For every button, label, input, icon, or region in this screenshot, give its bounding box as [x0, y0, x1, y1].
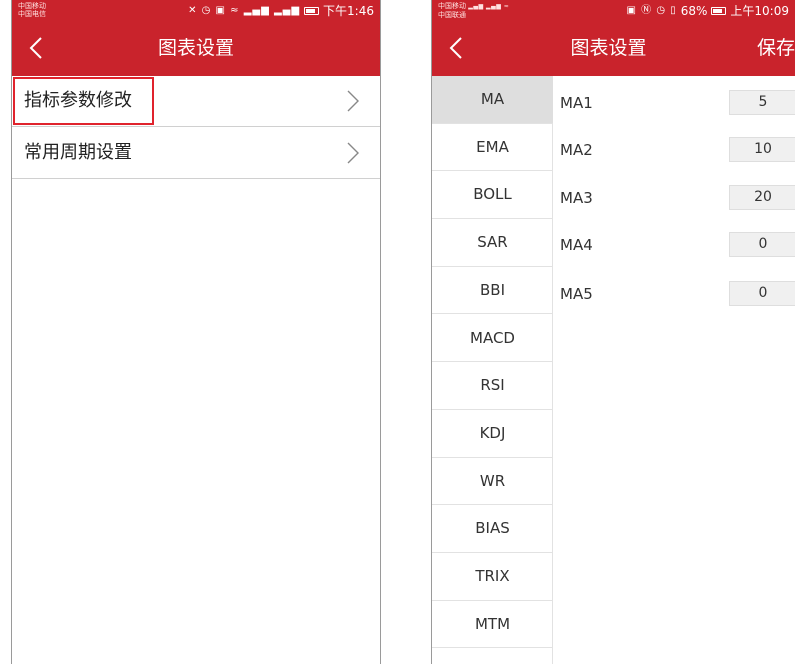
- battery-icon: [711, 7, 727, 15]
- indicator-list: MA EMA BOLL SAR BBI MACD RSI KDJ WR BIAS…: [432, 76, 553, 664]
- left-phone-screen: 中国移动 中国电信 ✕ ◷ ▣ ≈ ▂▄▆ ▂▄▆ 下午1:46 图表设置 指标…: [11, 0, 381, 664]
- indicator-item-macd[interactable]: MACD: [432, 315, 553, 363]
- page-title: 图表设置: [570, 37, 647, 59]
- indicator-item-wr[interactable]: WR: [432, 458, 553, 506]
- param-label: MA4: [560, 236, 593, 254]
- indicator-item-ema[interactable]: EMA: [432, 124, 553, 172]
- param-label: MA3: [560, 189, 593, 207]
- save-button[interactable]: 保存: [757, 36, 795, 60]
- indicator-item-rsi[interactable]: RSI: [432, 362, 553, 410]
- status-right: ✕ ◷ ▣ ≈ ▂▄▆ ▂▄▆ 下午1:46: [188, 4, 374, 18]
- param-label: MA2: [560, 141, 593, 159]
- param-label: MA1: [560, 94, 593, 112]
- chevron-right-icon: [347, 142, 359, 164]
- param-row-ma5: MA5 0: [560, 281, 795, 307]
- param-row-ma3: MA3 20: [560, 185, 795, 211]
- status-icons: ▣ Ⓝ ◷ ▯: [626, 5, 677, 16]
- indicator-item-sar[interactable]: SAR: [432, 219, 553, 267]
- nav-bar: 图表设置 保存: [432, 22, 795, 76]
- chevron-right-icon: [347, 90, 359, 112]
- param-input-ma5[interactable]: 0: [729, 281, 795, 306]
- indicator-item-bbi[interactable]: BBI: [432, 267, 553, 315]
- param-input-ma3[interactable]: 20: [729, 185, 795, 210]
- status-bar: 中国移动 ▂▄▆ ▂▄▆ ≈ 中国联通 ▣ Ⓝ ◷ ▯ 68% 上午10:09: [432, 0, 795, 22]
- menu-item-label: 常用周期设置: [24, 142, 132, 163]
- carrier-info: 中国移动 ▂▄▆ ▂▄▆ ≈ 中国联通: [438, 2, 509, 19]
- carrier-1-label: 中国移动: [18, 2, 46, 10]
- param-row-ma1: MA1 5: [560, 90, 795, 116]
- status-icons: ✕ ◷ ▣ ≈ ▂▄▆ ▂▄▆: [188, 5, 301, 16]
- status-time: 下午1:46: [323, 4, 374, 18]
- menu-item-indicator-params[interactable]: 指标参数修改: [12, 76, 380, 127]
- indicator-item-boll[interactable]: BOLL: [432, 171, 553, 220]
- carrier-1-label: 中国移动 ▂▄▆ ▂▄▆ ≈: [438, 2, 510, 10]
- indicator-item-bias[interactable]: BIAS: [432, 505, 553, 553]
- param-input-ma4[interactable]: 0: [729, 232, 795, 257]
- param-row-ma2: MA2 10: [560, 137, 795, 163]
- menu-item-label: 指标参数修改: [24, 90, 132, 111]
- param-label: MA5: [560, 285, 593, 303]
- battery-icon: [304, 7, 320, 15]
- indicator-item-trix[interactable]: TRIX: [432, 553, 553, 601]
- param-row-ma4: MA4 0: [560, 232, 795, 258]
- param-input-ma2[interactable]: 10: [729, 137, 795, 162]
- indicator-item-kdj[interactable]: KDJ: [432, 410, 553, 458]
- status-right: ▣ Ⓝ ◷ ▯ 68% 上午10:09: [627, 4, 789, 18]
- carrier-2-label: 中国电信: [18, 10, 46, 18]
- param-input-ma1[interactable]: 5: [729, 90, 795, 115]
- carrier-info: 中国移动 中国电信: [18, 2, 46, 18]
- right-phone-screen: 中国移动 ▂▄▆ ▂▄▆ ≈ 中国联通 ▣ Ⓝ ◷ ▯ 68% 上午10:09 …: [431, 0, 795, 664]
- status-time: 上午10:09: [730, 4, 789, 18]
- indicator-item-ma[interactable]: MA: [432, 76, 553, 124]
- indicator-item-mtm[interactable]: MTM: [432, 601, 553, 649]
- nav-bar: 图表设置: [12, 22, 380, 76]
- menu-item-period-settings[interactable]: 常用周期设置: [12, 128, 380, 179]
- page-title: 图表设置: [157, 37, 234, 59]
- battery-percent: 68%: [680, 4, 708, 18]
- carrier-2-label: 中国联通: [438, 11, 466, 19]
- status-bar: 中国移动 中国电信 ✕ ◷ ▣ ≈ ▂▄▆ ▂▄▆ 下午1:46: [12, 0, 380, 22]
